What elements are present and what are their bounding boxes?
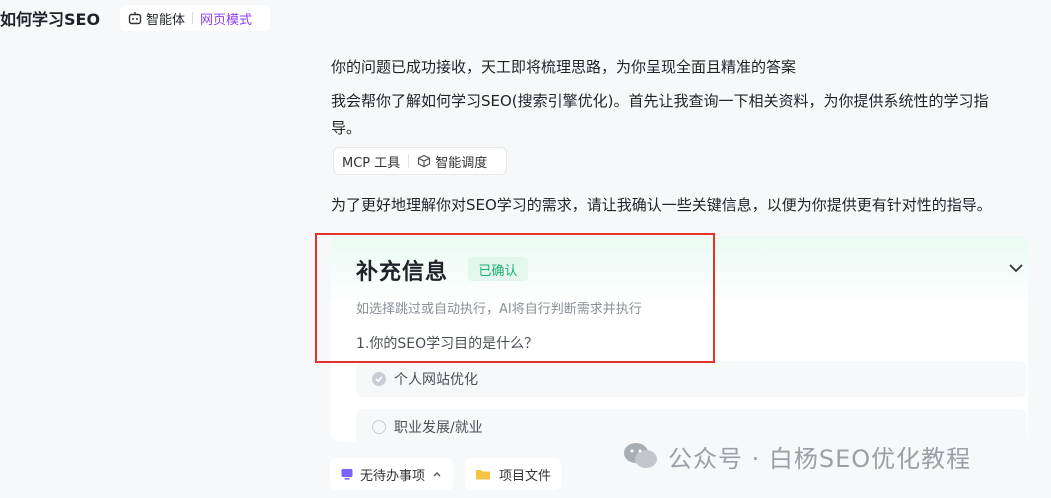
smart-schedule-item[interactable]: 智能调度 <box>409 152 495 171</box>
checked-radio-icon[interactable] <box>372 372 386 386</box>
watermark-text: 公众号 · 白杨SEO优化教程 <box>668 444 972 473</box>
top-bar: 如何学习SEO 智能体 网页模式 <box>0 0 1051 40</box>
smart-schedule-label: 智能调度 <box>435 155 488 171</box>
project-files-button[interactable]: 项目文件 <box>465 458 562 490</box>
mcp-tool-label[interactable]: MCP 工具 <box>334 152 408 171</box>
folder-icon <box>476 470 491 480</box>
tool-chip[interactable]: MCP 工具 智能调度 <box>333 147 507 175</box>
cube-icon <box>418 154 431 168</box>
option-label: 个人网站优化 <box>394 372 478 388</box>
chevron-down-icon[interactable] <box>1006 260 1026 276</box>
assistant-message-line: 我会帮你了解如何学习SEO(搜索引擎优化)。首先让我查询一下相关资料，为你提供系… <box>331 92 989 110</box>
radio-icon[interactable] <box>372 420 386 434</box>
page-title: 如何学习SEO <box>0 10 101 29</box>
robot-icon <box>128 12 142 25</box>
wechat-icon <box>624 443 657 468</box>
todo-label: 无待办事项 <box>360 468 426 484</box>
bottom-toolbar: 无待办事项 项目文件 <box>330 458 573 490</box>
agent-label[interactable]: 智能体 <box>146 9 185 28</box>
todo-button[interactable]: 无待办事项 <box>330 458 454 490</box>
assistant-message-line: 为了更好地理解你对SEO学习的需求，请让我确认一些关键信息，以便为你提供更有针对… <box>331 196 992 214</box>
watermark: 公众号 · 白杨SEO优化教程 <box>622 438 971 474</box>
assistant-message-line: 导。 <box>331 119 362 137</box>
chevron-up-icon <box>433 472 441 477</box>
monitor-icon <box>341 469 353 480</box>
mode-switcher[interactable]: 智能体 网页模式 <box>120 5 270 31</box>
option-label: 职业发展/就业 <box>394 420 483 436</box>
files-label: 项目文件 <box>499 468 552 484</box>
option-personal-site[interactable]: 个人网站优化 <box>356 361 1027 397</box>
highlight-annotation <box>315 233 715 363</box>
status-message: 你的问题已成功接收，天工即将梳理思路，为你呈现全面且精准的答案 <box>331 58 797 76</box>
web-mode-label[interactable]: 网页模式 <box>200 9 252 28</box>
divider <box>192 12 194 24</box>
